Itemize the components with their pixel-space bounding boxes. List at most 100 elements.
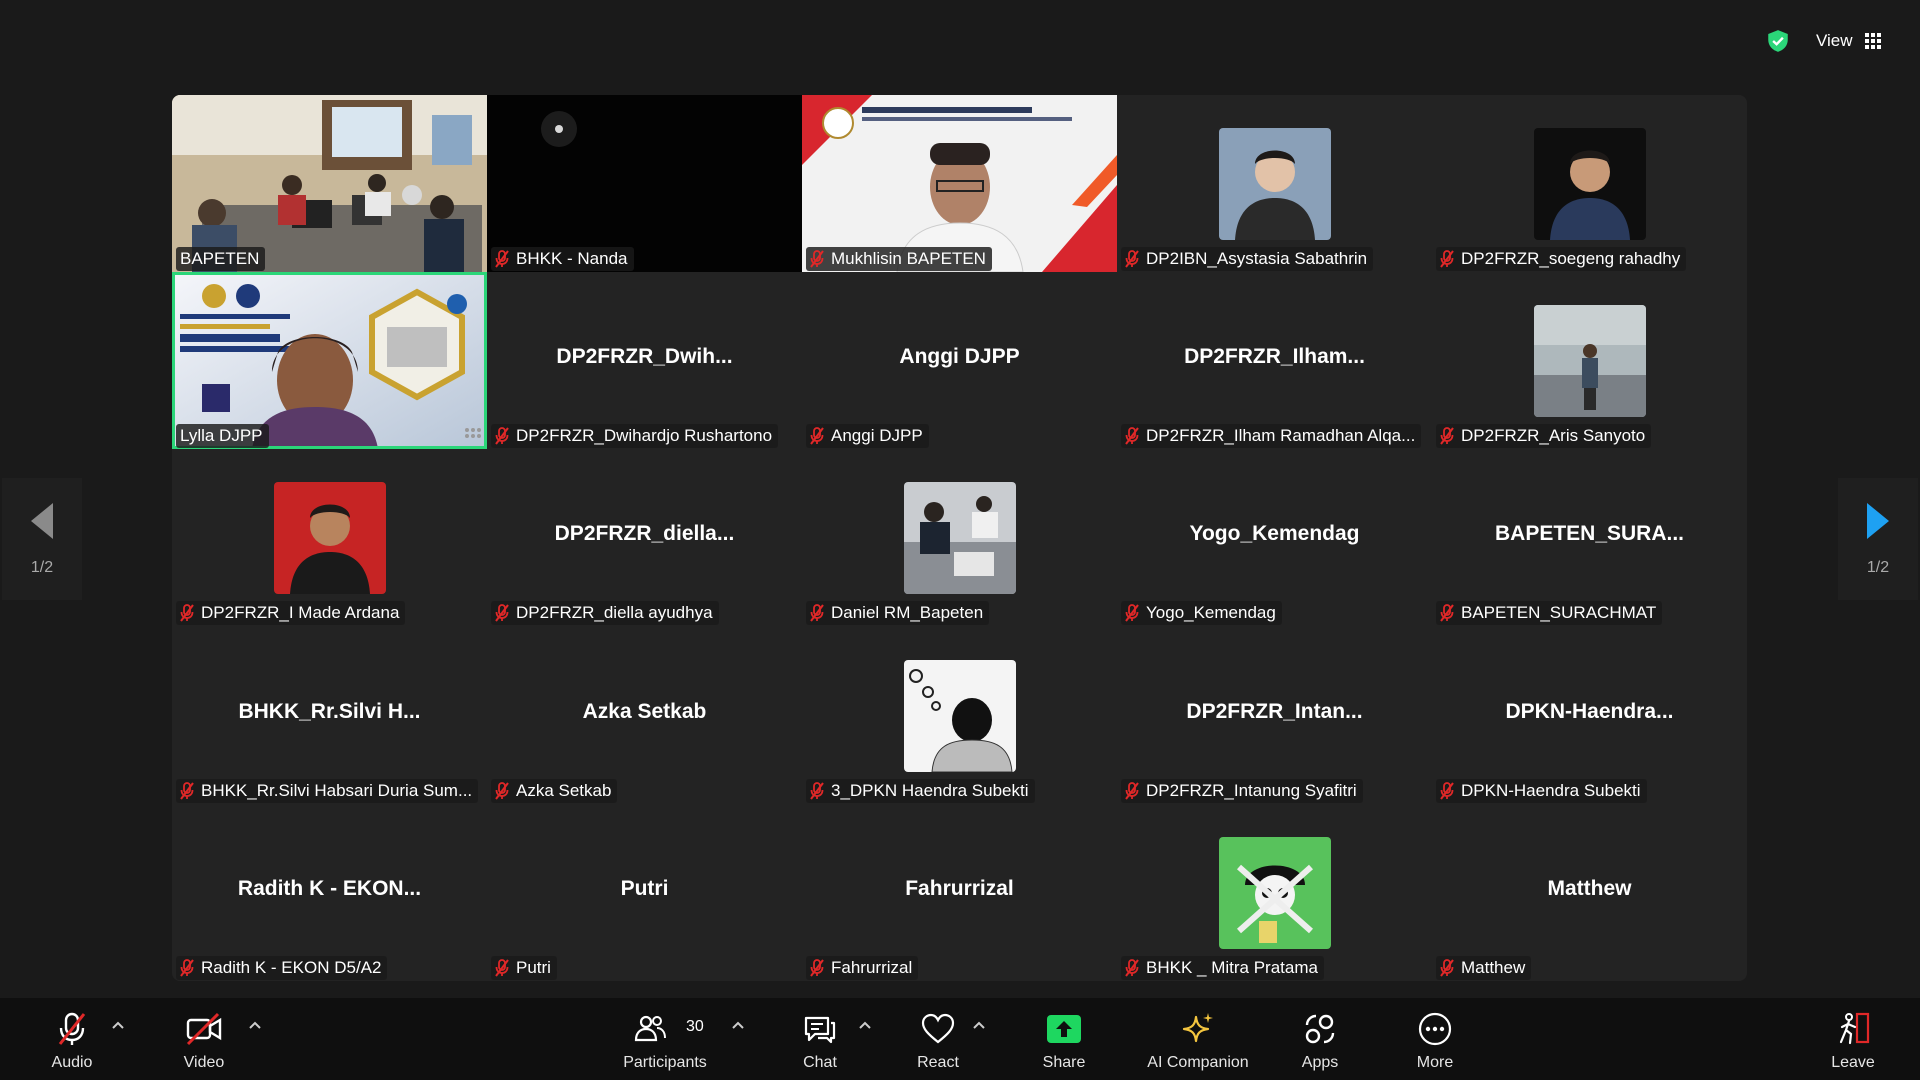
more-button[interactable]: More bbox=[1410, 1010, 1460, 1076]
mic-muted-icon bbox=[1125, 959, 1139, 977]
participant-display-name: Fahrurrizal bbox=[905, 877, 1014, 900]
participant-name-label: Putri bbox=[491, 956, 557, 980]
leave-button[interactable]: Leave bbox=[1828, 1010, 1878, 1076]
audio-button[interactable]: Audio bbox=[44, 1010, 100, 1076]
participant-tile[interactable]: Anggi DJPP Anggi DJPP bbox=[802, 272, 1117, 449]
arrow-left-icon bbox=[31, 503, 53, 539]
mic-muted-icon bbox=[1125, 782, 1139, 800]
video-button[interactable]: Video bbox=[176, 1010, 232, 1076]
participant-name-label: Radith K - EKON D5/A2 bbox=[176, 956, 388, 980]
participant-tile[interactable]: DP2FRZR_Aris Sanyoto bbox=[1432, 272, 1747, 449]
audio-label: Audio bbox=[51, 1054, 93, 1071]
participant-tile[interactable]: BAPETEN bbox=[172, 95, 487, 272]
participant-name-label: DP2FRZR_I Made Ardana bbox=[176, 601, 406, 625]
participant-tile[interactable]: Azka Setkab Azka Setkab bbox=[487, 627, 802, 804]
participant-tile[interactable]: BHKK _ Mitra Pratama bbox=[1117, 804, 1432, 981]
participant-tile[interactable]: BHKK - Nanda bbox=[487, 95, 802, 272]
react-options-chevron-icon[interactable] bbox=[972, 1018, 986, 1032]
participant-name-label: DP2FRZR_diella ayudhya bbox=[491, 601, 719, 625]
mic-muted-icon bbox=[1440, 959, 1454, 977]
video-feed bbox=[172, 95, 487, 272]
participant-tile[interactable]: Mukhlisin BAPETEN bbox=[802, 95, 1117, 272]
participant-name: DP2FRZR_soegeng rahadhy bbox=[1461, 249, 1681, 268]
ai-companion-button[interactable]: AI Companion bbox=[1140, 1010, 1256, 1076]
participant-name-label: DPKN-Haendra Subekti bbox=[1436, 779, 1647, 803]
participant-tile[interactable]: DP2FRZR_Ilham... DP2FRZR_Ilham Ramadhan A… bbox=[1117, 272, 1432, 449]
apps-button[interactable]: Apps bbox=[1295, 1010, 1345, 1076]
audio-options-chevron-icon[interactable] bbox=[111, 1018, 125, 1032]
participant-name-label: DP2FRZR_Aris Sanyoto bbox=[1436, 424, 1652, 448]
mic-muted-icon bbox=[1125, 250, 1139, 268]
mic-muted-icon bbox=[180, 959, 194, 977]
view-label: View bbox=[1816, 31, 1853, 50]
mic-muted-icon bbox=[495, 782, 509, 800]
participant-tile[interactable]: Radith K - EKON... Radith K - EKON D5/A2 bbox=[172, 804, 487, 981]
participant-name: BHKK _ Mitra Pratama bbox=[1146, 958, 1318, 977]
participant-tile[interactable]: BHKK_Rr.Silvi H... BHKK_Rr.Silvi Habsari … bbox=[172, 627, 487, 804]
mic-muted-icon bbox=[180, 604, 194, 622]
apps-label: Apps bbox=[1301, 1054, 1339, 1071]
participant-tile[interactable]: Daniel RM_Bapeten bbox=[802, 449, 1117, 626]
participant-tile[interactable]: BAPETEN_SURA... BAPETEN_SURACHMAT bbox=[1432, 449, 1747, 626]
participant-tile[interactable]: Lylla DJPP bbox=[172, 272, 487, 449]
participant-tile[interactable]: DP2FRZR_I Made Ardana bbox=[172, 449, 487, 626]
shield-icon[interactable] bbox=[1765, 28, 1791, 54]
video-muted-icon bbox=[185, 1010, 223, 1048]
share-button[interactable]: Share bbox=[1039, 1010, 1089, 1076]
participant-name: DP2IBN_Asystasia Sabathrin bbox=[1146, 249, 1368, 268]
mic-muted-icon bbox=[495, 250, 509, 268]
participant-tile[interactable]: DP2FRZR_Dwih... DP2FRZR_Dwihardjo Rushart… bbox=[487, 272, 802, 449]
participant-name: BAPETEN bbox=[180, 249, 260, 268]
participant-tile[interactable]: Yogo_Kemendag Yogo_Kemendag bbox=[1117, 449, 1432, 626]
participants-options-chevron-icon[interactable] bbox=[731, 1018, 745, 1032]
participant-tile[interactable]: Putri Putri bbox=[487, 804, 802, 981]
participant-name: Daniel RM_Bapeten bbox=[831, 603, 984, 622]
participant-name-label: 3_DPKN Haendra Subekti bbox=[806, 779, 1035, 803]
participant-name-label: Lylla DJPP bbox=[176, 424, 269, 448]
chat-options-chevron-icon[interactable] bbox=[858, 1018, 872, 1032]
leave-label: Leave bbox=[1831, 1054, 1875, 1071]
participant-display-name: DP2FRZR_diella... bbox=[554, 522, 735, 545]
participant-name-label: BAPETEN bbox=[176, 247, 266, 271]
participant-name: 3_DPKN Haendra Subekti bbox=[831, 781, 1029, 800]
participant-name-label: BHKK_Rr.Silvi Habsari Duria Sum... bbox=[176, 779, 479, 803]
participant-name-label: DP2FRZR_soegeng rahadhy bbox=[1436, 247, 1687, 271]
react-button[interactable]: React bbox=[913, 1010, 963, 1076]
mic-muted-icon bbox=[1440, 427, 1454, 445]
participant-tile[interactable]: Fahrurrizal Fahrurrizal bbox=[802, 804, 1117, 981]
next-page-button[interactable]: 1/2 bbox=[1838, 478, 1918, 600]
participants-count-badge: 30 bbox=[686, 1018, 704, 1035]
participant-tile[interactable]: Matthew Matthew bbox=[1432, 804, 1747, 981]
previous-page-button[interactable]: 1/2 bbox=[2, 478, 82, 600]
chat-label: Chat bbox=[803, 1054, 837, 1071]
participant-name-label: BHKK - Nanda bbox=[491, 247, 634, 271]
participant-display-name: DP2FRZR_Ilham... bbox=[1184, 345, 1365, 368]
participant-name: Lylla DJPP bbox=[180, 426, 263, 445]
participant-tile[interactable]: DP2FRZR_Intan... DP2FRZR_Intanung Syafitr… bbox=[1117, 627, 1432, 804]
participant-tile[interactable]: DP2FRZR_diella... DP2FRZR_diella ayudhya bbox=[487, 449, 802, 626]
participant-avatar bbox=[273, 482, 386, 594]
mic-muted-icon bbox=[810, 959, 824, 977]
participant-tile[interactable]: DP2IBN_Asystasia Sabathrin bbox=[1117, 95, 1432, 272]
view-button[interactable]: View bbox=[1816, 28, 1881, 54]
participant-avatar bbox=[1218, 128, 1331, 240]
participant-name-label: Azka Setkab bbox=[491, 779, 618, 803]
video-options-chevron-icon[interactable] bbox=[248, 1018, 262, 1032]
mic-muted-icon bbox=[810, 250, 824, 268]
participant-name: BHKK - Nanda bbox=[516, 249, 628, 268]
participant-name-label: Fahrurrizal bbox=[806, 956, 919, 980]
participant-tile[interactable]: DP2FRZR_soegeng rahadhy bbox=[1432, 95, 1747, 272]
chat-button[interactable]: Chat bbox=[795, 1010, 845, 1076]
participant-name: Putri bbox=[516, 958, 551, 977]
participant-name-label: Mukhlisin BAPETEN bbox=[806, 247, 992, 271]
participant-name: BHKK_Rr.Silvi Habsari Duria Sum... bbox=[201, 781, 473, 800]
participants-label: Participants bbox=[623, 1054, 707, 1071]
participant-name-label: DP2FRZR_Intanung Syafitri bbox=[1121, 779, 1363, 803]
sparkle-icon bbox=[1179, 1010, 1217, 1048]
participant-name: DP2FRZR_Aris Sanyoto bbox=[1461, 426, 1646, 445]
meeting-toolbar: Audio Video Participants 30 Chat React S… bbox=[0, 998, 1920, 1080]
mic-muted-icon bbox=[53, 1010, 91, 1048]
participant-tile[interactable]: 3_DPKN Haendra Subekti bbox=[802, 627, 1117, 804]
participant-name-label: DP2IBN_Asystasia Sabathrin bbox=[1121, 247, 1374, 271]
participant-tile[interactable]: DPKN-Haendra... DPKN-Haendra Subekti bbox=[1432, 627, 1747, 804]
